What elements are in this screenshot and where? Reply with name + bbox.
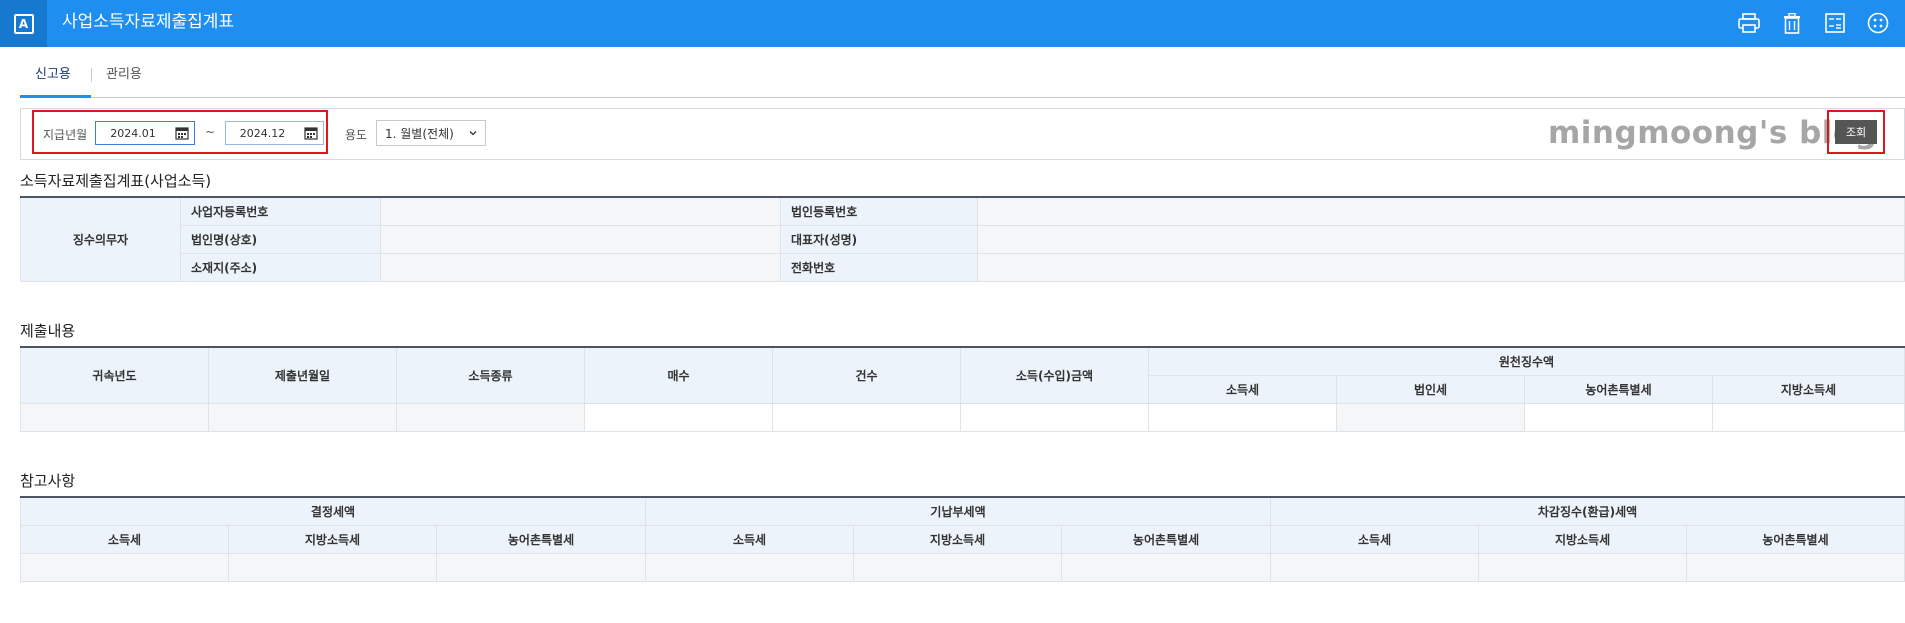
col-rural-tax: 농어촌특별세 — [435, 524, 647, 554]
table-row — [20, 402, 1905, 432]
usage-label: 용도 — [345, 128, 368, 142]
group-net-collected-tax: 차감징수(환급)세액 — [1270, 496, 1905, 526]
top-bar: A 사업소득자료제출집계표 — [0, 0, 1905, 47]
col-rural-tax: 농어촌특별세 — [1061, 524, 1272, 554]
col-income-tax: 소득세 — [20, 524, 229, 554]
cell-income-tax — [1148, 402, 1337, 432]
company-name-value — [380, 224, 781, 254]
cell-value — [20, 552, 229, 582]
date-to-input[interactable]: 2024.12 — [225, 121, 324, 145]
cell-cases — [772, 402, 961, 432]
business-reg-number-label: 사업자등록번호 — [180, 196, 381, 226]
cell-value — [645, 552, 855, 582]
grid-icon[interactable] — [1865, 10, 1891, 36]
cell-local-income-tax — [1712, 402, 1905, 432]
group-prepaid-tax: 기납부세액 — [645, 496, 1272, 526]
reference-table: 결정세액 기납부세액 차감징수(환급)세액 소득세 지방소득세 농어촌특별세 소… — [19, 496, 1905, 582]
cell-sheets — [584, 402, 773, 432]
withholder-info-table: 징수의무자 사업자등록번호 법인등록번호 법인명(상호) 대표자(성명) 소재지… — [20, 196, 1905, 282]
cell-value — [435, 552, 647, 582]
date-to-value: 2024.12 — [239, 126, 286, 140]
cell-value — [228, 552, 437, 582]
trash-icon[interactable] — [1779, 10, 1805, 36]
col-rural-tax: 농어촌특별세 — [1524, 374, 1713, 404]
table-row — [20, 552, 1905, 582]
tab-divider — [91, 68, 92, 82]
col-year: 귀속년도 — [20, 346, 209, 404]
date-from-value: 2024.01 — [110, 126, 156, 140]
cell-value — [1061, 552, 1272, 582]
phone-value — [977, 252, 1905, 282]
cell-rural-tax — [1524, 402, 1713, 432]
app-menu-button[interactable]: A — [0, 0, 47, 47]
submission-table: 귀속년도 제출년월일 소득종류 매수 건수 소득(수입)금액 원천징수액 소득세… — [20, 346, 1905, 432]
cell-income-type — [396, 402, 585, 432]
calendar-icon[interactable] — [299, 122, 323, 144]
corporate-reg-number-value — [977, 196, 1905, 226]
col-group-withholding: 원천징수액 — [1148, 346, 1905, 376]
cell-income-amount — [960, 402, 1149, 432]
withholder-group-label: 징수의무자 — [20, 196, 181, 282]
cell-corporate-tax — [1336, 402, 1525, 432]
cell-value — [1270, 552, 1480, 582]
col-rural-tax: 농어촌특별세 — [1686, 524, 1905, 554]
cell-submission-date — [208, 402, 397, 432]
col-local-income-tax: 지방소득세 — [1478, 524, 1688, 554]
col-local-income-tax: 지방소득세 — [1712, 374, 1905, 404]
chevron-down-icon — [468, 127, 478, 141]
usage-select-value: 1. 월별(전체) — [385, 126, 454, 141]
col-submission-date: 제출년월일 — [208, 346, 397, 404]
col-income-tax: 소득세 — [645, 524, 855, 554]
col-income-tax: 소득세 — [1270, 524, 1480, 554]
address-value — [380, 252, 781, 282]
col-local-income-tax: 지방소득세 — [228, 524, 437, 554]
group-determined-tax: 결정세액 — [19, 496, 647, 526]
search-panel: 지급년월 2024.01 ~ 2024.12 용도 1. 월별(전체) ming… — [20, 108, 1905, 160]
col-income-type: 소득종류 — [396, 346, 585, 404]
representative-value — [977, 224, 1905, 254]
col-income-tax: 소득세 — [1148, 374, 1337, 404]
cell-value — [1686, 552, 1905, 582]
print-icon[interactable] — [1736, 10, 1762, 36]
usage-select[interactable]: 1. 월별(전체) — [376, 120, 486, 146]
section-title-reference: 참고사항 — [20, 472, 76, 490]
cell-value — [1478, 552, 1688, 582]
business-reg-number-value — [380, 196, 781, 226]
cell-year — [20, 402, 209, 432]
cell-value — [853, 552, 1063, 582]
col-cases: 건수 — [772, 346, 961, 404]
calculator-icon[interactable] — [1822, 10, 1848, 36]
tab-management[interactable]: 관리용 — [106, 64, 142, 98]
company-name-label: 법인명(상호) — [180, 224, 381, 254]
col-local-income-tax: 지방소득세 — [853, 524, 1063, 554]
phone-label: 전화번호 — [780, 252, 978, 282]
col-sheets: 매수 — [584, 346, 773, 404]
col-corporate-tax: 법인세 — [1336, 374, 1525, 404]
period-label: 지급년월 — [43, 128, 88, 142]
calendar-icon[interactable] — [170, 122, 194, 144]
section-title-summary: 소득자료제출집계표(사업소득) — [20, 172, 212, 190]
app-badge: A — [13, 13, 34, 34]
col-income-amount: 소득(수입)금액 — [960, 346, 1149, 404]
search-button[interactable]: 조회 — [1835, 120, 1877, 144]
corporate-reg-number-label: 법인등록번호 — [780, 196, 978, 226]
date-from-input[interactable]: 2024.01 — [95, 121, 195, 145]
address-label: 소재지(주소) — [180, 252, 381, 282]
section-title-submission: 제출내용 — [20, 322, 76, 340]
page-title: 사업소득자료제출집계표 — [62, 12, 235, 32]
range-tilde: ~ — [205, 125, 216, 139]
tab-report[interactable]: 신고용 — [20, 64, 91, 98]
representative-label: 대표자(성명) — [780, 224, 978, 254]
tab-bar: 신고용 관리용 — [20, 64, 1905, 98]
